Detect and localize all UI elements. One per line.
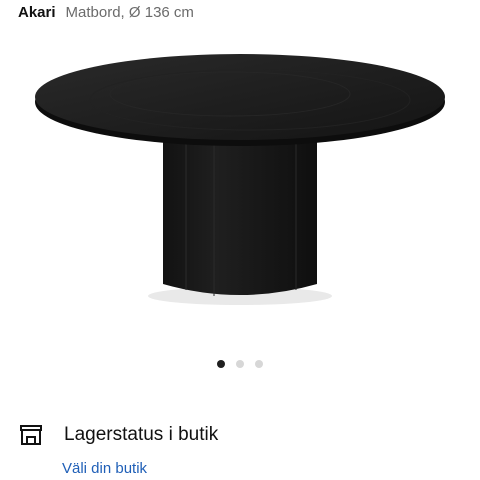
carousel-dots — [0, 360, 480, 368]
table-image — [35, 54, 445, 305]
stock-status-label: Lagerstatus i butik — [64, 424, 219, 445]
product-header: Akari Matbord, Ø 136 cm — [18, 0, 194, 24]
carousel-dot[interactable] — [236, 360, 244, 368]
store-stock-section: Lagerstatus i butik — [18, 422, 218, 448]
carousel-dot[interactable] — [255, 360, 263, 368]
carousel-dot[interactable] — [217, 360, 225, 368]
product-brand: Akari — [18, 3, 56, 21]
product-image[interactable] — [0, 28, 480, 336]
store-icon — [18, 422, 44, 448]
choose-store-link[interactable]: Väli din butik — [62, 460, 147, 477]
product-description: Matbord, Ø 136 cm — [65, 3, 194, 21]
